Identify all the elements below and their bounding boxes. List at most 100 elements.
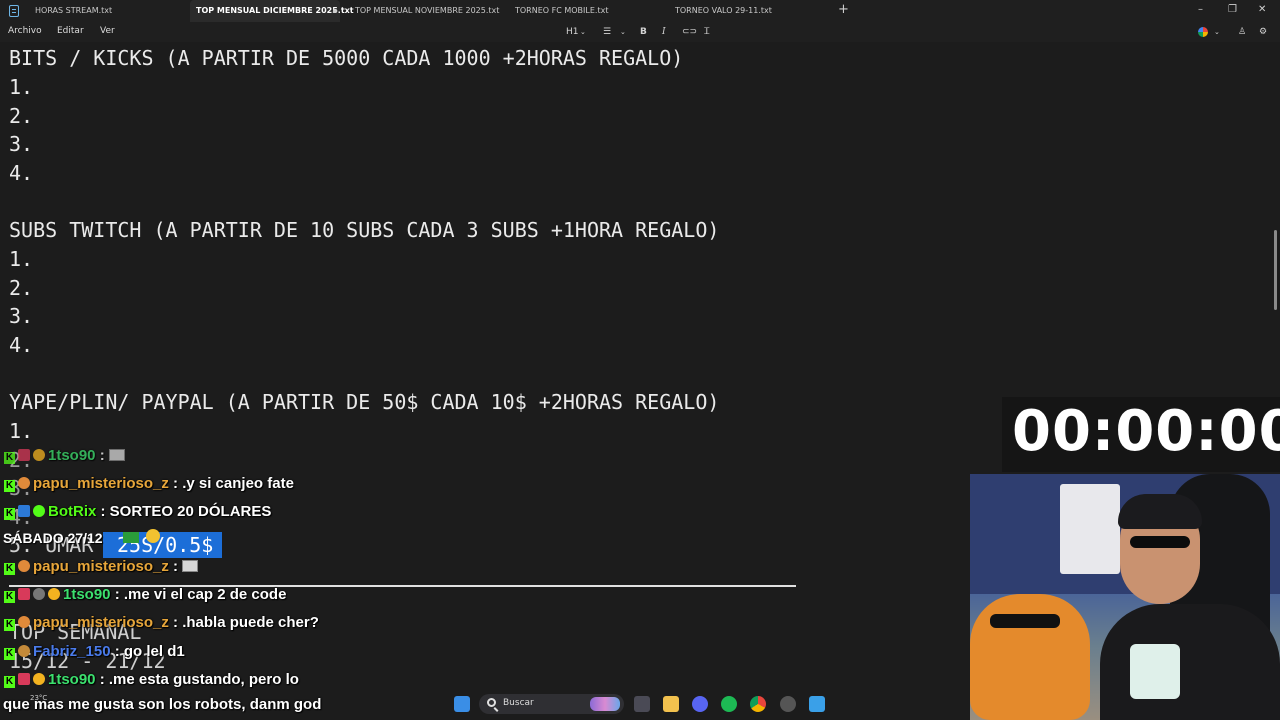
minimize-icon[interactable]: – xyxy=(1198,3,1203,17)
chat-username: 1tso90 xyxy=(63,586,111,603)
editor-line: 1. xyxy=(9,419,34,443)
editor-line: 3. xyxy=(9,304,34,328)
editor-line: 3. xyxy=(9,132,34,156)
verified-icon xyxy=(33,505,45,517)
search-icon xyxy=(487,698,496,707)
obs-icon[interactable] xyxy=(780,696,796,712)
task-view-icon[interactable] xyxy=(634,696,650,712)
kick-icon: K xyxy=(4,480,15,492)
chat-text: : .me esta gustando, pero lo xyxy=(95,671,299,688)
webcam-feed xyxy=(970,474,1280,720)
chat-message: K 1tso90 : .me vi el cap 2 de code xyxy=(4,586,286,603)
chat-message: K Fabriz_150 : go lel d1 xyxy=(4,643,185,660)
editor-line: 2. xyxy=(9,276,34,300)
chat-message: Kpapu_misterioso_z : .y si canjeo fate xyxy=(4,475,294,492)
chat-message: K 1tso90 : xyxy=(4,447,125,464)
chevron-down-icon: ⌄ xyxy=(1214,28,1220,36)
emote-icon xyxy=(182,560,199,572)
search-highlight-icon xyxy=(590,697,620,711)
menu-edit[interactable]: Editar xyxy=(57,26,84,36)
avatar-badge-icon xyxy=(18,616,30,628)
chat-username: papu_misterioso_z xyxy=(33,475,169,492)
settings-gear-icon[interactable]: ⚙ xyxy=(1259,26,1267,38)
chevron-down-icon: ⌄ xyxy=(580,28,586,36)
chat-username: papu_misterioso_z xyxy=(33,614,169,631)
date-overlay: SÁBADO 27/12 xyxy=(3,530,103,546)
file-explorer-icon[interactable] xyxy=(663,696,679,712)
menu-bar: Archivo Editar Ver H1 ⌄ ☰ ⌄ B I ⊂⊃ Ꮖ ⌄ ♙… xyxy=(0,22,1280,42)
gold-badge-icon xyxy=(48,588,60,600)
title-bar: HORAS STREAM.txt TOP MENSUAL DICIEMBRE 2… xyxy=(0,0,1280,22)
copilot-icon[interactable] xyxy=(1198,27,1208,37)
chat-username: Fabriz_150 xyxy=(33,643,111,660)
kick-icon: K xyxy=(4,648,15,660)
account-icon[interactable]: ♙ xyxy=(1238,26,1246,38)
chat-username: BotRix xyxy=(48,503,97,520)
gem-badge-icon xyxy=(18,449,30,461)
chat-text: : .me vi el cap 2 de code xyxy=(110,586,287,603)
italic-button[interactable]: I xyxy=(662,26,666,38)
windows-start-icon[interactable] xyxy=(454,696,470,712)
tab-top-mensual-noviembre[interactable]: TOP MENSUAL NOVIEMBRE 2025.txt xyxy=(355,0,505,22)
link-icon[interactable]: ⊂⊃ xyxy=(682,26,697,38)
tab-torneo-fc-mobile[interactable]: TORNEO FC MOBILE.txt xyxy=(515,0,665,22)
heading-dropdown[interactable]: H1 xyxy=(566,26,579,38)
chat-message: K BotRix : SORTEO 20 DÓLARES xyxy=(4,503,271,520)
chat-message: K 1tso90 : .me esta gustando, pero lo xyxy=(4,671,299,688)
gem-badge-icon xyxy=(18,588,30,600)
menu-view[interactable]: Ver xyxy=(100,26,115,36)
avatar-badge-icon xyxy=(18,645,30,657)
emoji-icon xyxy=(146,529,160,543)
list-icon[interactable]: ☰ xyxy=(603,26,611,38)
avatar-badge-icon xyxy=(18,477,30,489)
kick-icon: K xyxy=(4,508,15,520)
tab-horas-stream[interactable]: HORAS STREAM.txt xyxy=(35,0,185,22)
kick-icon: K xyxy=(4,619,15,631)
editor-line: 1. xyxy=(9,75,34,99)
kick-icon: K xyxy=(4,591,15,603)
weather-widget[interactable]: 23°C xyxy=(30,694,47,702)
money-icon xyxy=(123,532,139,543)
chrome-icon[interactable] xyxy=(750,696,766,712)
gem-badge-icon xyxy=(18,673,30,685)
maximize-icon[interactable]: ❐ xyxy=(1228,3,1237,17)
gold-badge-icon xyxy=(33,673,45,685)
kick-icon: K xyxy=(4,676,15,688)
chat-username: 1tso90 xyxy=(48,447,96,464)
shield-badge-icon xyxy=(33,588,45,600)
avatar-badge-icon xyxy=(18,560,30,572)
editor-line: SUBS TWITCH (A PARTIR DE 10 SUBS CADA 3 … xyxy=(9,218,720,242)
chat-text: : SORTEO 20 DÓLARES xyxy=(96,503,272,520)
kick-icon: K xyxy=(4,563,15,575)
kick-icon: K xyxy=(4,452,15,464)
chat-username: papu_misterioso_z xyxy=(33,558,169,575)
editor-line: 4. xyxy=(9,333,34,357)
chat-message: Kpapu_misterioso_z : xyxy=(4,558,199,575)
new-tab-plus-icon[interactable]: + xyxy=(838,3,849,17)
tab-top-mensual-diciembre[interactable]: TOP MENSUAL DICIEMBRE 2025.txt xyxy=(190,0,354,22)
vertical-scrollbar[interactable] xyxy=(1274,230,1277,310)
bold-button[interactable]: B xyxy=(640,26,647,38)
editor-line: 4. xyxy=(9,161,34,185)
stream-timer: 00:00:00 xyxy=(1012,399,1280,464)
clear-format-icon[interactable]: Ꮖ xyxy=(704,26,710,38)
editor-line: BITS / KICKS (A PARTIR DE 5000 CADA 1000… xyxy=(9,46,684,70)
gold-badge-icon xyxy=(33,449,45,461)
menu-file[interactable]: Archivo xyxy=(8,26,42,36)
tab-torneo-valo[interactable]: TORNEO VALO 29-11.txt xyxy=(675,0,825,22)
chat-text: : go lel d1 xyxy=(110,643,185,660)
editor-line: 2. xyxy=(9,104,34,128)
chat-text: : .y si canjeo fate xyxy=(168,475,294,492)
editor-line: YAPE/PLIN/ PAYPAL (A PARTIR DE 50$ CADA … xyxy=(9,390,720,414)
spotify-icon[interactable] xyxy=(721,696,737,712)
chat-text: : xyxy=(168,558,179,575)
taskbar-search-label: Buscar xyxy=(503,698,534,708)
chat-text: : xyxy=(95,447,105,464)
chevron-down-icon: ⌄ xyxy=(620,28,626,36)
chat-message: Kpapu_misterioso_z : .habla puede cher? xyxy=(4,614,319,631)
close-icon[interactable]: ✕ xyxy=(1258,3,1266,17)
notepad-taskbar-icon[interactable] xyxy=(809,696,825,712)
chat-username: 1tso90 xyxy=(48,671,96,688)
chat-text: : .habla puede cher? xyxy=(168,614,319,631)
discord-icon[interactable] xyxy=(692,696,708,712)
